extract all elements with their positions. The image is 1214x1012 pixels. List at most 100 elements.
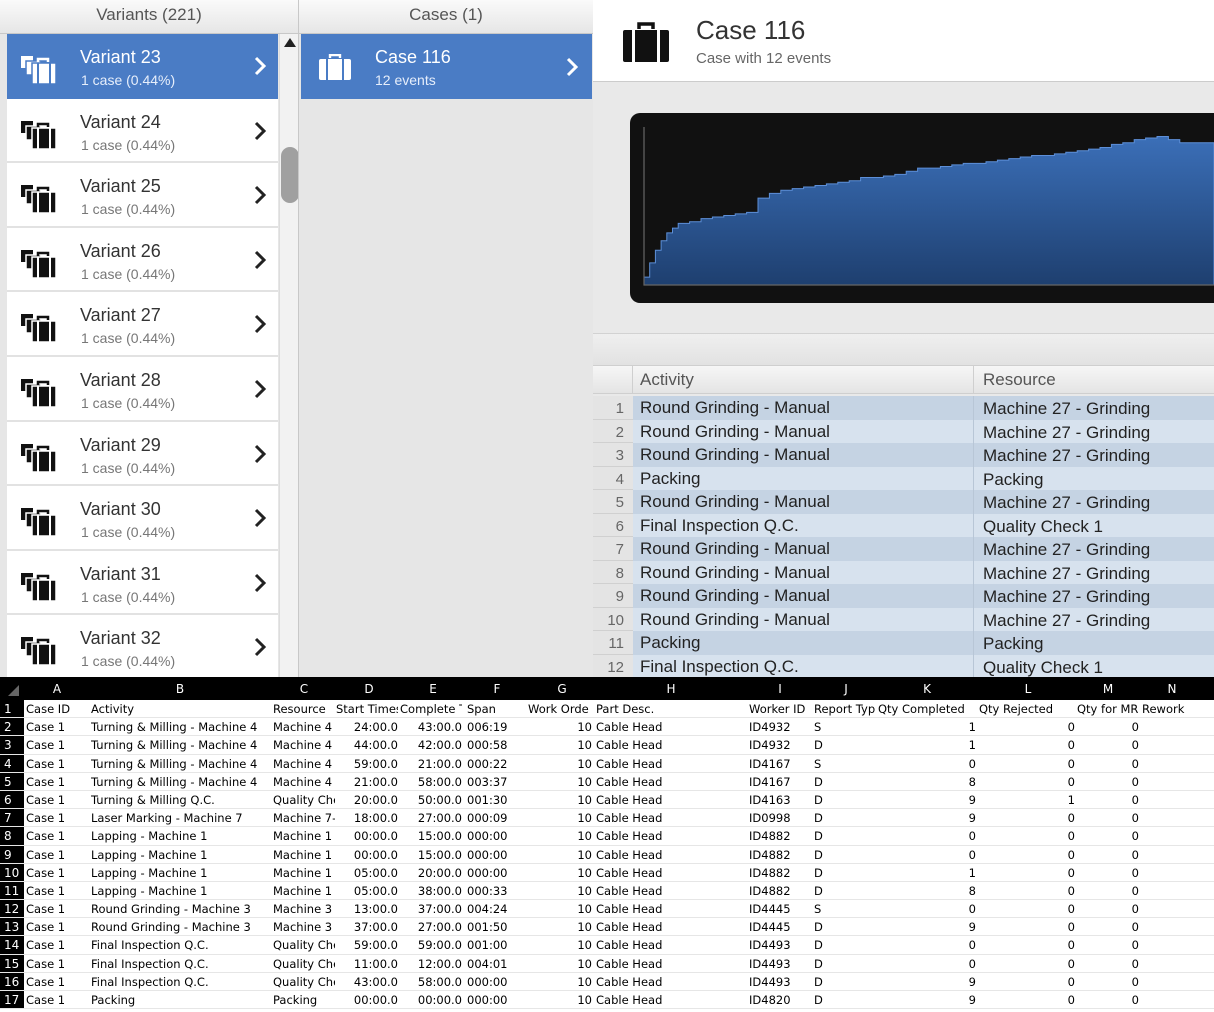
sheet-cell[interactable]: ID4493: [749, 975, 813, 989]
column-letter[interactable]: J: [836, 682, 856, 696]
sheet-cell[interactable]: 10: [528, 938, 592, 952]
sheet-cell[interactable]: Final Inspection Q.C.: [91, 975, 271, 989]
sheet-cell[interactable]: Rework: [1142, 702, 1206, 716]
row-number[interactable]: 8: [0, 827, 24, 845]
sheet-cell[interactable]: Case 1: [26, 884, 88, 898]
scroll-up-arrow-icon[interactable]: [284, 38, 296, 47]
event-row[interactable]: 1 Round Grinding - Manual Machine 27 - Gri…: [593, 396, 1214, 420]
sheet-cell[interactable]: 1: [878, 720, 976, 734]
sheet-cell[interactable]: 43:00.0: [400, 720, 462, 734]
sheet-cell[interactable]: 003:37: [467, 775, 527, 789]
sheet-cell[interactable]: ID4167: [749, 775, 813, 789]
column-letter[interactable]: H: [661, 682, 681, 696]
sheet-cell[interactable]: 0: [979, 757, 1075, 771]
row-number[interactable]: 15: [0, 954, 24, 972]
row-number[interactable]: 17: [0, 991, 24, 1009]
sheet-cell[interactable]: 20:00.0: [336, 793, 398, 807]
sheet-cell[interactable]: ID4882: [749, 848, 813, 862]
sheet-cell[interactable]: 10: [528, 738, 592, 752]
sheet-cell[interactable]: 21:00.0: [400, 757, 462, 771]
sheet-cell[interactable]: 0: [979, 720, 1075, 734]
sheet-cell[interactable]: ID4882: [749, 884, 813, 898]
sheet-cell[interactable]: 0: [979, 848, 1075, 862]
sheet-cell[interactable]: 000:22: [467, 757, 527, 771]
sheet-cell[interactable]: 0: [1077, 793, 1139, 807]
sheet-cell[interactable]: ID0998: [749, 811, 813, 825]
sheet-cell[interactable]: 42:00.0: [400, 738, 462, 752]
sheet-cell[interactable]: 0: [1077, 884, 1139, 898]
sheet-cell[interactable]: 0: [979, 938, 1075, 952]
sheet-cell[interactable]: ID4493: [749, 938, 813, 952]
sheet-cell[interactable]: Case 1: [26, 738, 88, 752]
sheet-cell[interactable]: 44:00.0: [336, 738, 398, 752]
sheet-cell[interactable]: 0: [979, 884, 1075, 898]
sheet-cell[interactable]: 0: [979, 902, 1075, 916]
column-letter[interactable]: D: [359, 682, 379, 696]
sheet-cell[interactable]: 0: [1077, 902, 1139, 916]
sheet-cell[interactable]: Case 1: [26, 757, 88, 771]
sheet-cell[interactable]: 0: [878, 902, 976, 916]
row-number[interactable]: 9: [0, 845, 24, 863]
sheet-row[interactable]: 10 Case 1 Lapping - Machine 1 Machine 1 05:0…: [0, 863, 1214, 882]
case-list-item[interactable]: Case 116 12 events: [301, 34, 592, 99]
sheet-cell[interactable]: Turning & Milling - Machine 4: [91, 720, 271, 734]
sheet-cell[interactable]: Cable Head: [596, 957, 746, 971]
sheet-cell[interactable]: Case 1: [26, 993, 88, 1007]
sheet-cell[interactable]: Machine 1: [273, 866, 335, 880]
event-row[interactable]: 12 Final Inspection Q.C. Quality Check 1: [593, 654, 1214, 677]
sheet-cell[interactable]: 0: [878, 938, 976, 952]
sheet-cell[interactable]: ID4167: [749, 757, 813, 771]
sheet-cell[interactable]: 0: [979, 738, 1075, 752]
sheet-cell[interactable]: 10: [528, 920, 592, 934]
sheet-cell[interactable]: Machine 4: [273, 757, 335, 771]
row-number[interactable]: 3: [0, 736, 24, 754]
sheet-cell[interactable]: D: [814, 829, 878, 843]
sheet-row[interactable]: 15 Case 1 Final Inspection Q.C. Quality Che…: [0, 954, 1214, 973]
column-letter[interactable]: G: [552, 682, 572, 696]
sheet-cell[interactable]: 0: [1077, 811, 1139, 825]
variant-list-item[interactable]: Variant 26 1 case (0.44%): [7, 227, 278, 293]
sheet-cell[interactable]: 0: [1077, 938, 1139, 952]
sheet-cell[interactable]: 10: [528, 793, 592, 807]
sheet-cell[interactable]: Cable Head: [596, 848, 746, 862]
event-row[interactable]: 2 Round Grinding - Manual Machine 27 - Gri…: [593, 419, 1214, 443]
row-number[interactable]: 5: [0, 772, 24, 790]
sheet-cell[interactable]: 27:00.0: [400, 920, 462, 934]
sheet-cell[interactable]: 1: [979, 793, 1075, 807]
sheet-cell[interactable]: Complete T: [400, 702, 462, 716]
sheet-cell[interactable]: Machine 1: [273, 848, 335, 862]
sheet-cell[interactable]: Cable Head: [596, 829, 746, 843]
row-number[interactable]: 12: [0, 900, 24, 918]
sheet-cell[interactable]: 10: [528, 957, 592, 971]
variant-list-item[interactable]: Variant 23 1 case (0.44%): [7, 34, 278, 99]
sheet-cell[interactable]: Final Inspection Q.C.: [91, 938, 271, 952]
sheet-cell[interactable]: 9: [878, 975, 976, 989]
sheet-cell[interactable]: 004:24: [467, 902, 527, 916]
sheet-row[interactable]: 9 Case 1 Lapping - Machine 1 Machine 1 00:00…: [0, 845, 1214, 864]
sheet-cell[interactable]: 10: [528, 757, 592, 771]
sheet-cell[interactable]: ID4820: [749, 993, 813, 1007]
sheet-cell[interactable]: 37:00.0: [336, 920, 398, 934]
sheet-cell[interactable]: Cable Head: [596, 811, 746, 825]
sheet-cell[interactable]: 0: [1077, 775, 1139, 789]
sheet-cell[interactable]: 0: [1077, 720, 1139, 734]
column-letter[interactable]: L: [1018, 682, 1038, 696]
sheet-cell[interactable]: Activity: [91, 702, 271, 716]
sheet-cell[interactable]: Part Desc.: [596, 702, 746, 716]
sheet-cell[interactable]: 0: [1077, 866, 1139, 880]
sheet-cell[interactable]: S: [814, 720, 878, 734]
variant-list-item[interactable]: Variant 30 1 case (0.44%): [7, 486, 278, 551]
sheet-cell[interactable]: 18:00.0: [336, 811, 398, 825]
sheet-cell[interactable]: Quality Che: [273, 975, 335, 989]
sheet-cell[interactable]: Turning & Milling - Machine 4: [91, 738, 271, 752]
sheet-cell[interactable]: 000:58: [467, 738, 527, 752]
sheet-cell[interactable]: 0: [979, 866, 1075, 880]
sheet-cell[interactable]: 9: [878, 993, 976, 1007]
variants-scrollbar[interactable]: [279, 34, 298, 677]
sheet-cell[interactable]: Cable Head: [596, 866, 746, 880]
sheet-cell[interactable]: Quality Che: [273, 793, 335, 807]
sheet-cell[interactable]: 000:09: [467, 811, 527, 825]
sheet-cell[interactable]: 13:00.0: [336, 902, 398, 916]
sheet-cell[interactable]: Cable Head: [596, 993, 746, 1007]
sheet-cell[interactable]: Cable Head: [596, 793, 746, 807]
